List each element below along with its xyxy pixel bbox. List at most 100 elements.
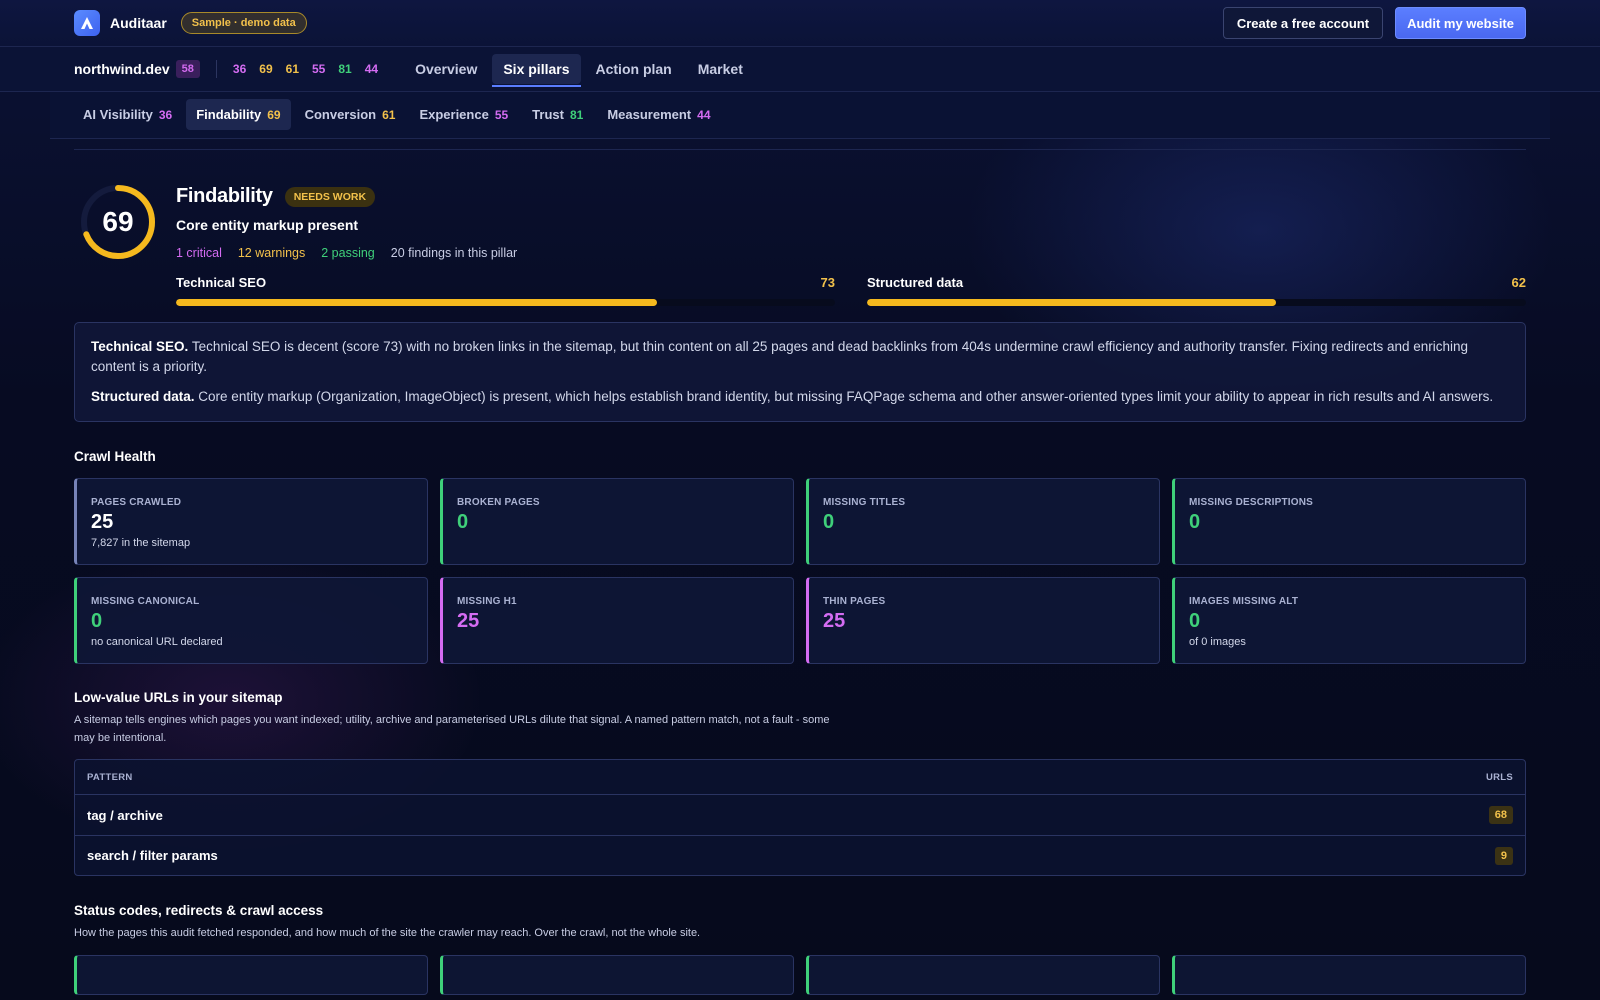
audit-website-button[interactable]: Audit my website	[1395, 7, 1526, 39]
mini-score: 36	[232, 62, 247, 76]
card-label: THIN PAGES	[823, 596, 886, 607]
tab-score: 81	[569, 107, 584, 122]
tab-label: AI Visibility	[83, 107, 153, 122]
summary-structured-data: Structured data. Core entity markup (Org…	[91, 389, 1494, 404]
tab-label: Measurement	[607, 107, 692, 122]
card-value: 0	[457, 511, 469, 533]
card-value: 0	[91, 610, 103, 632]
content-divider	[74, 149, 1526, 150]
brand[interactable]: Auditaar Sample · demo data	[74, 10, 307, 36]
domain-bar: northwind.dev 58 36 69 61 55 81 44 Overview Si…	[0, 47, 1600, 92]
status-codes-grid	[74, 955, 1526, 995]
findings-counts: 1 critical 12 warnings 2 passing 20 find…	[176, 246, 1526, 260]
thin-pages-card: THIN PAGES 25	[806, 577, 1160, 664]
card-value: 0	[1189, 610, 1201, 632]
tab-label: Experience	[419, 107, 489, 122]
tab-score: 44	[697, 107, 711, 122]
card-label: IMAGES MISSING ALT	[1189, 596, 1299, 607]
card-value: 25	[91, 511, 114, 533]
url-count-badge: 9	[1494, 846, 1513, 865]
nav-action-plan[interactable]: Action plan	[585, 54, 683, 84]
critical-count[interactable]: 1 critical	[176, 246, 222, 260]
pillar-mini-scores: 36 69 61 55 81 44	[233, 62, 378, 76]
score-gauge: 69	[79, 183, 157, 261]
bar-label: Technical SEO	[176, 275, 267, 290]
card-value: 0	[1189, 511, 1201, 533]
tab-experience[interactable]: Experience 55	[409, 99, 518, 130]
summary-technical-seo: Technical SEO. Technical SEO is decent (…	[91, 339, 1469, 374]
low-value-urls-title: Low-value URLs in your sitemap	[74, 690, 283, 705]
column-pattern: PATTERN	[87, 771, 133, 783]
status-codes-description: How the pages this audit fetched respond…	[74, 927, 701, 939]
tab-score: 61	[382, 107, 396, 122]
table-row[interactable]: tag / archive 68	[75, 795, 1525, 835]
card-subtext: no canonical URL declared	[91, 636, 223, 648]
overall-score-badge: 58	[175, 60, 200, 78]
tab-measurement[interactable]: Measurement 44	[597, 99, 720, 130]
tab-label: Trust	[532, 107, 564, 122]
mini-score: 55	[312, 62, 326, 76]
status-card	[440, 955, 794, 995]
nav-market[interactable]: Market	[687, 54, 754, 84]
pillar-tabs: AI Visibility 36 Findability 69 Conversion 61…	[50, 92, 1550, 138]
missing-titles-card: MISSING TITLES 0	[806, 478, 1160, 565]
low-value-urls-table: PATTERN URLS tag / archive 68 search / fil…	[74, 759, 1526, 876]
bar-track	[867, 299, 1526, 306]
tab-findability[interactable]: Findability 69	[186, 99, 291, 130]
card-value: 25	[823, 610, 846, 632]
bar-fill	[867, 299, 1276, 306]
missing-canonical-card: MISSING CANONICAL 0 no canonical URL decla…	[74, 577, 428, 664]
url-count-badge: 68	[1488, 806, 1513, 824]
tab-trust[interactable]: Trust 81	[522, 99, 593, 130]
top-bar: Auditaar Sample · demo data Create a fre…	[0, 0, 1600, 47]
nav-overview[interactable]: Overview	[404, 54, 488, 84]
status-badge: NEEDS WORK	[284, 186, 376, 207]
nav-six-pillars[interactable]: Six pillars	[492, 54, 581, 87]
bar-track	[176, 299, 835, 306]
create-account-button[interactable]: Create a free account	[1222, 7, 1384, 39]
mini-score: 69	[259, 62, 273, 76]
status-card	[1172, 955, 1526, 995]
card-value: 0	[823, 511, 835, 533]
pattern-name: search / filter params	[87, 848, 218, 863]
mini-score: 61	[285, 62, 299, 76]
pillar-subtitle: Core entity markup present	[176, 217, 359, 233]
brand-name: Auditaar	[110, 15, 167, 31]
sample-badge: Sample · demo data	[180, 12, 307, 34]
bar-value: 73	[820, 275, 835, 290]
card-label: MISSING DESCRIPTIONS	[1189, 497, 1314, 508]
warnings-count[interactable]: 12 warnings	[238, 246, 305, 260]
column-urls: URLS	[1485, 771, 1513, 783]
broken-pages-card: BROKEN PAGES 0	[440, 478, 794, 565]
missing-h1-card: MISSING H1 25	[440, 577, 794, 664]
card-label: BROKEN PAGES	[457, 497, 540, 508]
bar-fill	[176, 299, 658, 306]
main-nav: Overview Six pillars Action plan Market	[404, 54, 754, 87]
sub-score-bars: Technical SEO 73 Structured data 62	[176, 275, 1526, 306]
pillar-tabs-bar: AI Visibility 36 Findability 69 Conversion 61…	[50, 92, 1550, 139]
pages-crawled-card: PAGES CRAWLED 25 7,827 in the sitemap	[74, 478, 428, 565]
table-header: PATTERN URLS	[75, 760, 1525, 795]
logo-icon	[74, 10, 100, 36]
passing-count[interactable]: 2 passing	[321, 246, 375, 260]
total-findings: 20 findings in this pillar	[390, 246, 518, 260]
tab-conversion[interactable]: Conversion 61	[295, 99, 406, 130]
tab-label: Findability	[196, 107, 262, 122]
status-codes-title: Status codes, redirects & crawl access	[74, 903, 324, 918]
pattern-name: tag / archive	[87, 807, 163, 823]
pillar-header: 69 Findability NEEDS WORK Core entity ma…	[74, 183, 1526, 306]
card-subtext: of 0 images	[1189, 636, 1246, 648]
card-value: 25	[457, 610, 480, 632]
domain-name: northwind.dev	[74, 61, 170, 77]
card-label: MISSING CANONICAL	[91, 596, 200, 607]
bar-label: Structured data	[867, 275, 964, 290]
tab-ai-visibility[interactable]: AI Visibility 36	[73, 99, 182, 130]
table-row[interactable]: search / filter params 9	[75, 835, 1525, 875]
mini-score: 44	[364, 62, 379, 76]
pillar-title: Findability	[176, 185, 273, 207]
divider	[215, 60, 217, 78]
summary-box: Technical SEO. Technical SEO is decent (…	[74, 322, 1526, 422]
technical-seo-bar: Technical SEO 73	[176, 275, 835, 306]
card-label: PAGES CRAWLED	[91, 497, 182, 508]
status-card	[806, 955, 1160, 995]
